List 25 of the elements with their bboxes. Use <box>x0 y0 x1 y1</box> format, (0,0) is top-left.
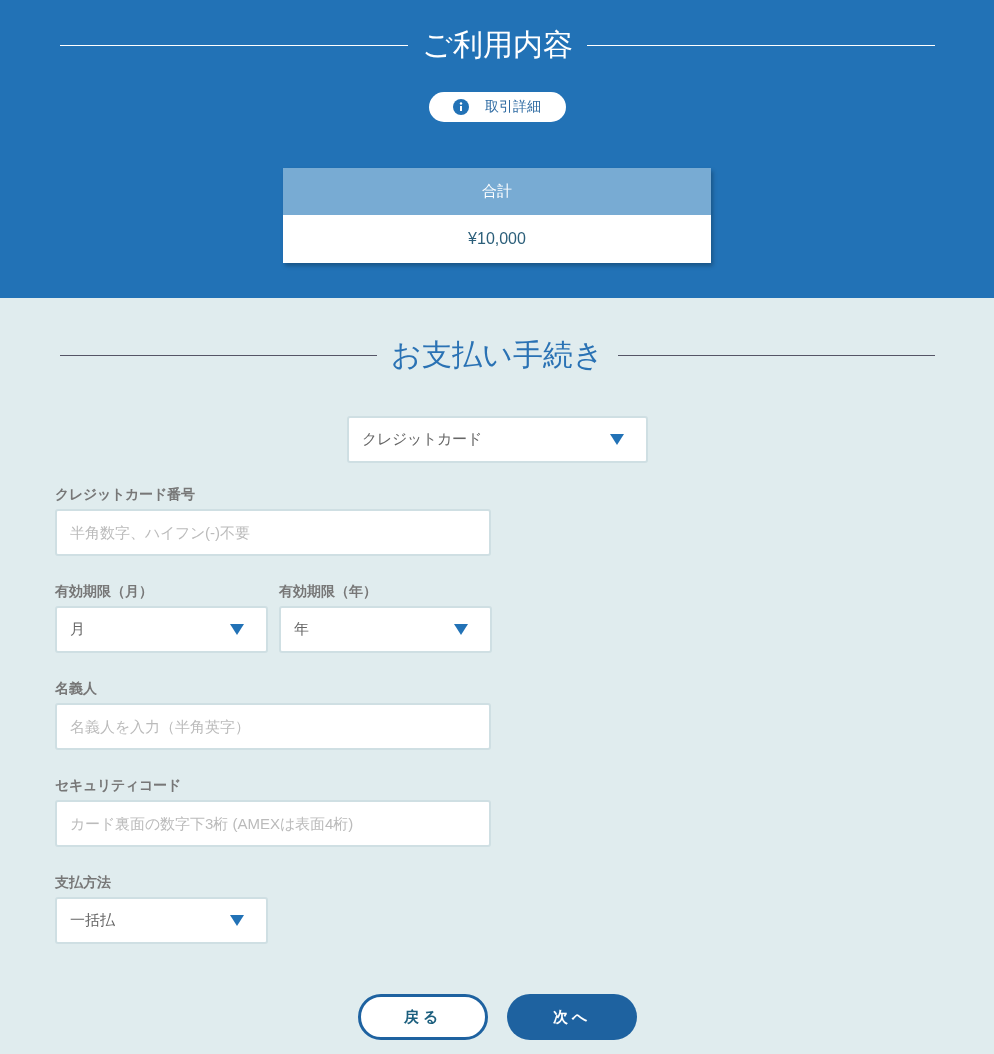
field-label: クレジットカード番号 <box>55 485 196 503</box>
text-input-field[interactable]: 半角数字、ハイフン(-)不要 <box>55 509 491 556</box>
next-button[interactable]: 次へ <box>506 994 637 1040</box>
total-header: 合計 <box>283 168 711 215</box>
dropdown-caret-icon <box>609 434 624 445</box>
back-button[interactable]: 戻る <box>357 994 488 1040</box>
dropdown-select[interactable]: 一括払 <box>55 897 268 944</box>
field-label: 名義人 <box>55 679 98 697</box>
field-label: 有効期限（月） <box>55 582 154 600</box>
section-title: ご利用内容 <box>421 27 573 63</box>
field-label: 支払方法 <box>55 873 112 891</box>
payment-method-select[interactable]: クレジットカード <box>346 416 648 463</box>
section-title: お支払い手続き <box>390 337 604 373</box>
dropdown-caret-icon <box>230 915 244 926</box>
field-label: 有効期限（年） <box>279 582 378 600</box>
dropdown-select[interactable]: 年 <box>279 606 492 653</box>
details-button[interactable]: 取引詳細 <box>428 92 566 122</box>
dropdown-select[interactable]: 月 <box>55 606 268 653</box>
text-input-field[interactable]: 名義人を入力（半角英字） <box>55 703 491 750</box>
dropdown-caret-icon <box>454 624 468 635</box>
field-label: セキュリティコード <box>55 776 182 794</box>
dropdown-caret-icon <box>230 624 244 635</box>
total-amount: ¥10,000 <box>283 215 711 263</box>
text-input-field[interactable]: カード裏面の数字下3桁 (AMEXは表面4桁) <box>55 800 491 847</box>
info-icon <box>453 99 469 115</box>
